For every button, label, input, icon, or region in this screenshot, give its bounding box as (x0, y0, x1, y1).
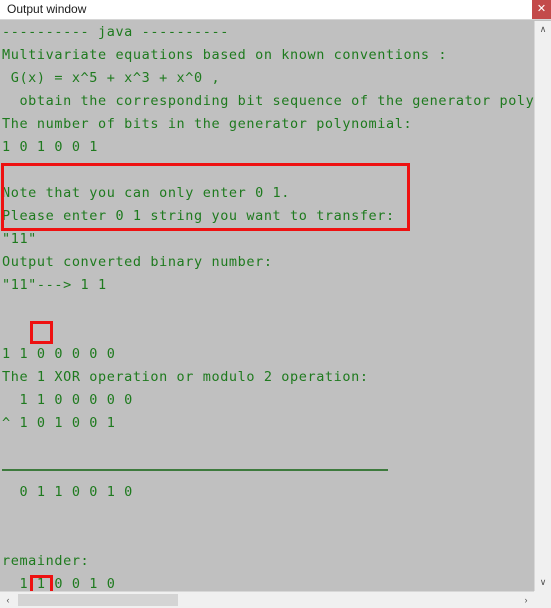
console-line: 0 1 1 0 0 1 0 (2, 484, 133, 500)
scroll-left-icon[interactable]: ‹ (0, 592, 16, 608)
console-line: "11" (2, 231, 37, 247)
console-line: G(x) = x^5 + x^3 + x^0 , (2, 70, 221, 86)
console-output-area[interactable]: ---------- java ---------- Multivariate e… (0, 21, 534, 591)
vertical-scrollbar[interactable]: ∧ ∨ (534, 21, 551, 591)
console-line: Please enter 0 1 string you want to tran… (2, 208, 395, 224)
console-line: obtain the corresponding bit sequence of… (2, 93, 534, 109)
output-window: Output window ✕ ---------- java --------… (0, 0, 551, 608)
console-line: The number of bits in the generator poly… (2, 116, 413, 132)
console-line: Note that you can only enter 0 1. (2, 185, 291, 201)
console-line: remainder: (2, 553, 90, 569)
console-line: Output converted binary number: (2, 254, 273, 270)
console-line: "11"---> 1 1 (2, 277, 107, 293)
scroll-right-icon[interactable]: › (518, 592, 534, 608)
console-line: ^ 1 0 1 0 0 1 (2, 415, 116, 431)
window-titlebar: Output window ✕ (0, 0, 551, 20)
console-line: 1 0 1 0 0 1 (2, 139, 99, 155)
close-icon[interactable]: ✕ (532, 0, 551, 19)
scroll-down-icon[interactable]: ∨ (535, 574, 551, 591)
console-line: The 1 XOR operation or modulo 2 operatio… (2, 369, 369, 385)
console-line: 1 1 0 0 1 0 (2, 576, 116, 591)
console-line: ---------- java ---------- (2, 24, 229, 40)
console-line (0, 458, 534, 481)
scrollbar-corner (534, 591, 551, 608)
console-line: Multivariate equations based on known co… (2, 47, 448, 63)
console-line-list: ---------- java ---------- Multivariate e… (0, 21, 534, 591)
scroll-up-icon[interactable]: ∧ (535, 21, 551, 38)
console-line: 1 1 0 0 0 0 0 (2, 392, 133, 408)
window-title: Output window (7, 2, 87, 16)
horizontal-scrollbar[interactable]: ‹ › (0, 591, 534, 608)
horizontal-scrollbar-thumb[interactable] (18, 594, 178, 606)
console-line: 1 1 0 0 0 0 0 (2, 346, 116, 362)
